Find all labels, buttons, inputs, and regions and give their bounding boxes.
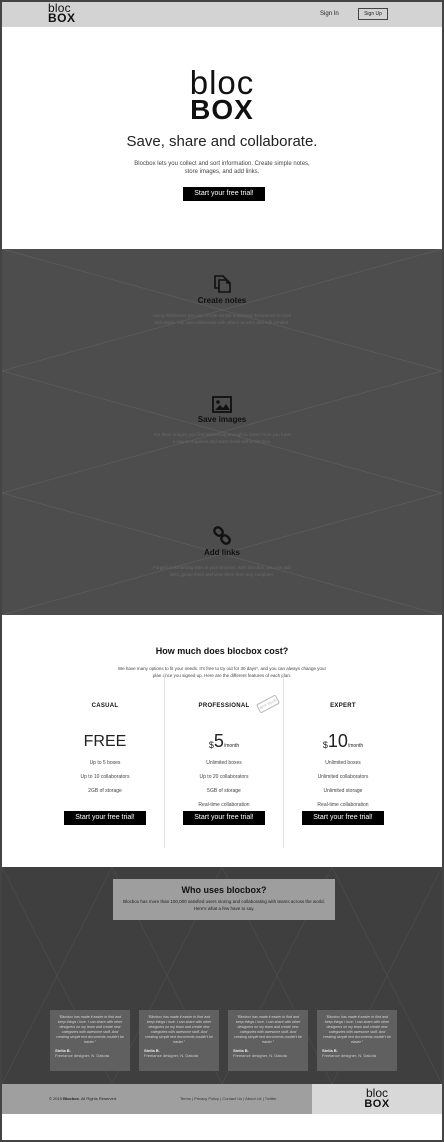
testimonial-card: "Blocbox has made it easier to find and … — [228, 1010, 308, 1071]
plan-period: /month — [223, 743, 240, 749]
testimonial-role: Freelance designer, N. Dakota — [233, 1053, 288, 1058]
plan-feature: Up to 10 collaborators — [80, 774, 130, 780]
plan-feature-list: Unlimited boxes Unlimited collaborators … — [283, 756, 403, 812]
sign-in-link[interactable]: Sign In — [320, 11, 339, 17]
feature-create-notes: Create notes Using Weblovers you can cre… — [2, 274, 442, 326]
testimonial-quote: "Blocbox has made it easier to find and … — [145, 1015, 213, 1044]
feature-title: Create notes — [197, 296, 247, 305]
page: bloc BOX Sign In Sign Up bloc BOX Save, … — [0, 0, 444, 1142]
copyright-suffix: . All Rights Reserved. — [78, 1096, 118, 1101]
plan-feature: Unlimited boxes — [206, 760, 242, 766]
hero-logo-bottom: BOX — [190, 94, 254, 125]
testimonial-role: Freelance designer, N. Dakota — [322, 1053, 377, 1058]
image-icon — [212, 396, 232, 413]
header-logo-bottom: BOX — [48, 11, 76, 25]
expert-trial-button[interactable]: Start your free trial! — [302, 811, 384, 825]
pricing-description: We have many options to fit your needs. … — [117, 666, 327, 678]
top-navbar: bloc BOX Sign In Sign Up — [2, 2, 442, 27]
plan-name: CASUAL — [91, 703, 119, 709]
plan-feature: Unlimited boxes — [325, 760, 361, 766]
plan-casual: CASUAL FREE Up to 5 boxes Up to 10 colla… — [45, 703, 165, 798]
plan-price: $ 5 /month — [164, 721, 284, 751]
plan-price: $ 10 /month — [283, 721, 403, 751]
testimonial-quote: "Blocbox has made it easier to find and … — [234, 1015, 302, 1044]
plan-professional: PROFESSIONAL $ 5 /month Unlimited boxes … — [164, 703, 284, 812]
footer-logo-panel: bloc BOX — [312, 1084, 442, 1114]
hero-trial-button[interactable]: Start your free trial! — [183, 187, 265, 201]
footer-logo-bottom: BOX — [364, 1098, 390, 1110]
casual-trial-button[interactable]: Start your free trial! — [64, 811, 146, 825]
plan-name: EXPERT — [330, 703, 356, 709]
pricing-title: How much does blocbox cost? — [155, 646, 289, 656]
files-icon — [214, 275, 231, 293]
plan-feature-list: Up to 5 boxes Up to 10 collaborators 2GB… — [45, 756, 165, 798]
plan-feature: Unlimited collaborators — [317, 774, 369, 780]
hero-description: Blocbox lets you collect and sort inform… — [134, 161, 310, 175]
feature-save-images: Save images Are there images you find in… — [2, 396, 442, 445]
plan-feature: 2GB of storage — [88, 788, 122, 794]
feature-description: Using Weblovers you can create simple te… — [152, 313, 292, 325]
copyright: © 2015 Blocbox. All Rights Reserved. — [49, 1096, 117, 1101]
plan-feature: 5GB of storage — [207, 788, 241, 794]
testimonial-role: Freelance designer, N. Dakota — [144, 1053, 199, 1058]
plan-feature: Real-time collaboration — [317, 802, 369, 808]
feature-description: Forget bookmarking sites in your browser… — [152, 565, 292, 577]
professional-trial-button[interactable]: Start your free trial! — [183, 811, 265, 825]
plan-price: FREE — [45, 721, 165, 751]
footer: © 2015 Blocbox. All Rights Reserved. Ter… — [2, 1084, 442, 1114]
testimonial-role: Freelance designer, N. Dakota — [55, 1053, 110, 1058]
plan-expert: EXPERT $ 10 /month Unlimited boxes Unlim… — [283, 703, 403, 812]
link-icon — [213, 526, 231, 545]
feature-title: Add links — [203, 548, 240, 557]
plan-feature: Real-time collaboration — [198, 802, 250, 808]
header-logo[interactable]: bloc BOX — [48, 2, 76, 25]
testimonials-section: Who uses blocbox? Blocbox has more than … — [2, 867, 442, 1084]
plan-feature-list: Unlimited boxes Up to 20 collaborators 5… — [164, 756, 284, 812]
hero-section: bloc BOX Save, share and collaborate. Bl… — [2, 27, 442, 249]
who-uses-title: Who uses blocbox? — [181, 885, 267, 895]
who-uses-box: Who uses blocbox? Blocbox has more than … — [113, 879, 335, 920]
testimonial-quote: "Blocbox has made it easier to find and … — [56, 1015, 124, 1044]
footer-links[interactable]: Terms | Privacy Policy | Contact Us | Ab… — [180, 1096, 277, 1101]
plan-period: /month — [347, 743, 364, 749]
footer-logo[interactable]: bloc BOX — [312, 1087, 442, 1110]
feature-title: Save images — [197, 415, 247, 424]
plan-price-value: FREE — [83, 733, 127, 750]
hero-logo: bloc BOX — [2, 64, 442, 125]
copyright-brand: Blocbox — [63, 1096, 79, 1101]
testimonial-card: "Blocbox has made it easier to find and … — [139, 1010, 219, 1071]
plan-feature: Unlimited storage — [323, 788, 363, 794]
page-bottom-spacer — [2, 1114, 442, 1140]
plan-name: PROFESSIONAL — [198, 703, 250, 709]
plan-amount: 10 — [327, 731, 348, 751]
hero-title: Save, share and collaborate. — [126, 133, 318, 150]
features-section: Create notes Using Weblovers you can cre… — [2, 249, 442, 615]
testimonial-card: "Blocbox has made it easier to find and … — [50, 1010, 130, 1071]
plan-amount: 5 — [213, 731, 224, 751]
plan-feature: Up to 5 boxes — [89, 760, 121, 766]
feature-add-links: Add links Forget bookmarking sites in yo… — [2, 526, 442, 578]
feature-description: Are there images you find interesting en… — [153, 432, 291, 444]
copyright-prefix: © 2015 — [49, 1096, 64, 1101]
testimonial-quote: "Blocbox has made it easier to find and … — [323, 1015, 391, 1044]
pricing-section: How much does blocbox cost? We have many… — [2, 615, 442, 867]
who-uses-description: Blocbox has more than 100,000 satisfied … — [123, 899, 325, 911]
sign-up-button[interactable]: Sign Up — [358, 8, 388, 20]
testimonial-card: "Blocbox has made it easier to find and … — [317, 1010, 397, 1071]
plan-feature: Up to 20 collaborators — [199, 774, 249, 780]
hero-logo-top: bloc — [189, 64, 255, 101]
